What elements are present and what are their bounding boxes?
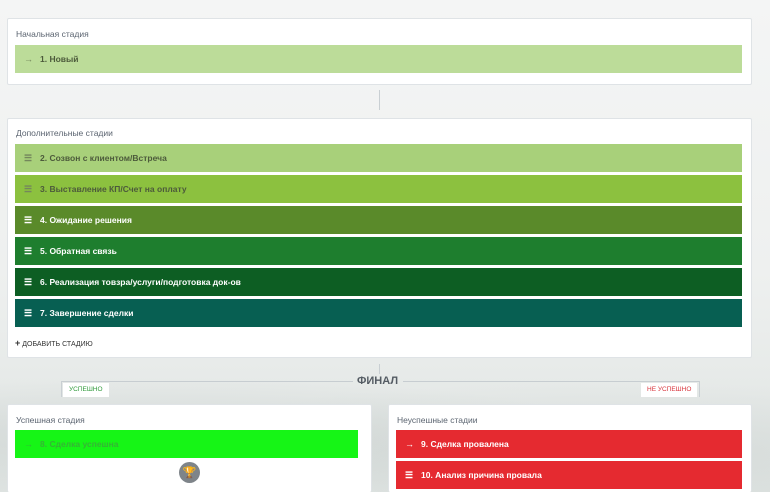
stage-failure-analysis[interactable]: ☰ 10. Анализ причина провала [396, 461, 742, 489]
stage-invoice[interactable]: ☰ 3. Выставление КП/Счет на оплату [15, 175, 742, 203]
drag-handle-icon[interactable]: ☰ [24, 246, 34, 257]
stage-label: 10. Анализ причина провала [421, 470, 542, 480]
final-title: ФИНАЛ [357, 375, 399, 387]
drag-handle-icon[interactable]: ☰ [24, 153, 34, 164]
stage-label: 9. Сделка провалена [421, 439, 509, 449]
stage-label: 1. Новый [40, 54, 79, 64]
final-tick-left [61, 381, 62, 397]
arrow-right-icon: → [24, 54, 33, 64]
drag-handle-icon[interactable]: ☰ [24, 184, 34, 195]
stage-label: 3. Выставление КП/Счет на оплату [40, 184, 187, 194]
fail-stages-panel: Неуспешные стадии → 9. Сделка провалена … [388, 404, 752, 492]
arrow-right-icon: → [405, 439, 414, 449]
stage-label: 4. Ожидание решения [40, 215, 132, 225]
fail-tag: НЕ УСПЕШНО [641, 383, 698, 397]
plus-icon: + [15, 338, 21, 348]
stage-label: 8. Сделка успешна [40, 439, 119, 449]
final-divider-left [61, 381, 353, 382]
stage-label: 5. Обратная связь [40, 246, 117, 256]
panel-title: Неуспешные стадии [397, 415, 478, 425]
panel-title: Успешная стадия [16, 415, 85, 425]
drag-handle-icon[interactable]: ☰ [24, 308, 34, 319]
stage-label: 2. Созвон с клиентом/Встреча [40, 153, 167, 163]
connector-line [379, 90, 380, 110]
drag-handle-icon[interactable]: ☰ [405, 470, 415, 481]
success-tag: УСПЕШНО [63, 383, 109, 397]
initial-stage-panel: Начальная стадия → 1. Новый [7, 18, 752, 85]
stage-new[interactable]: → 1. Новый [15, 45, 742, 73]
stage-closing[interactable]: ☰ 7. Завершение сделки [15, 299, 742, 327]
panel-title: Начальная стадия [16, 29, 89, 39]
drag-handle-icon[interactable]: ☰ [24, 215, 34, 226]
stage-fulfillment[interactable]: ☰ 6. Реализация товзра/услуги/подготовка… [15, 268, 742, 296]
add-stage-label: ДОБАВИТЬ СТАДИЮ [22, 341, 93, 348]
final-tick-right [699, 381, 700, 397]
trophy-icon: 🏆 [179, 462, 200, 483]
stage-call[interactable]: ☰ 2. Созвон с клиентом/Встреча [15, 144, 742, 172]
stage-feedback[interactable]: ☰ 5. Обратная связь [15, 237, 742, 265]
stage-waiting[interactable]: ☰ 4. Ожидание решения [15, 206, 742, 234]
stage-label: 6. Реализация товзра/услуги/подготовка д… [40, 277, 241, 287]
panel-title: Дополнительные стадии [16, 128, 113, 138]
stage-label: 7. Завершение сделки [40, 308, 134, 318]
arrow-right-icon: → [24, 439, 33, 449]
connector-line [379, 364, 380, 374]
stage-success[interactable]: → 8. Сделка успешна [15, 430, 358, 458]
stage-failed[interactable]: → 9. Сделка провалена [396, 430, 742, 458]
drag-handle-icon[interactable]: ☰ [24, 277, 34, 288]
final-divider-right [403, 381, 699, 382]
add-stage-button[interactable]: + ДОБАВИТЬ СТАДИЮ [15, 338, 93, 348]
additional-stages-panel: Дополнительные стадии ☰ 2. Созвон с клие… [7, 118, 752, 358]
